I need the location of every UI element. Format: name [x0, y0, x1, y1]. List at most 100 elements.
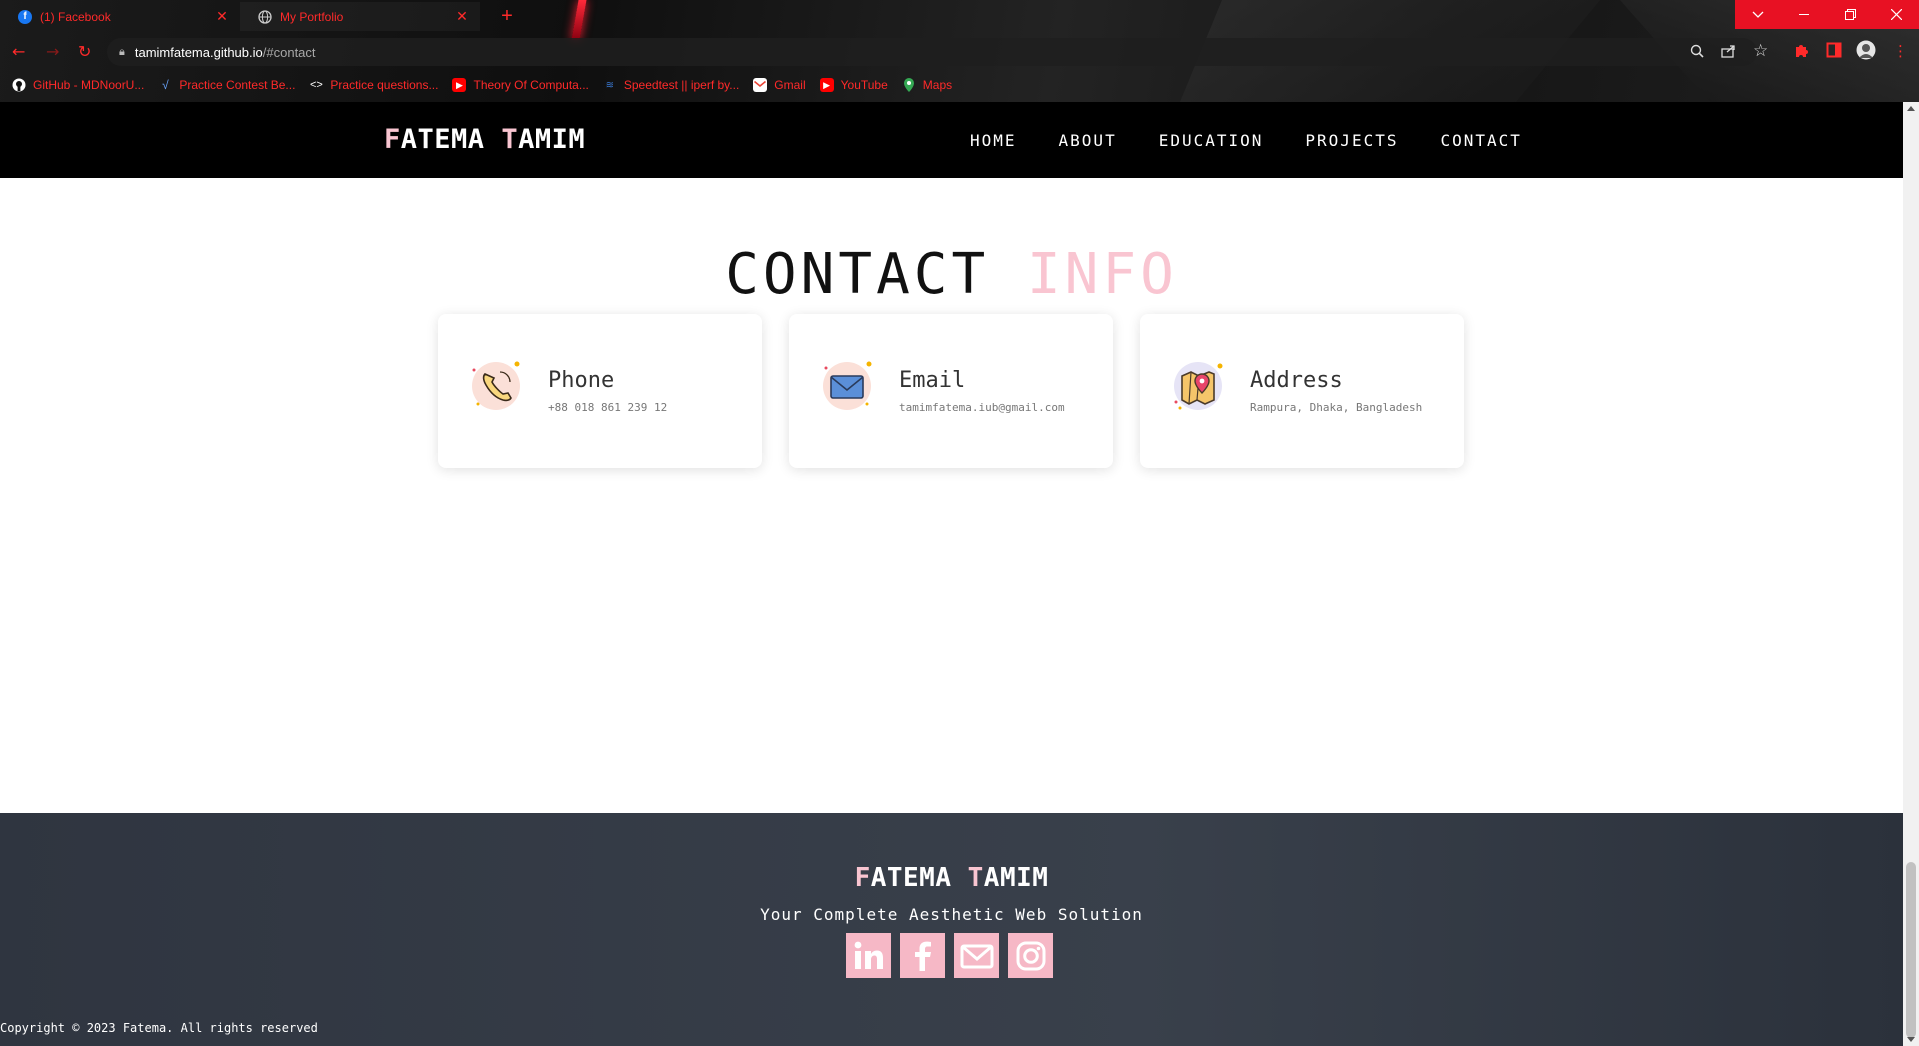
- chevron-down-icon: [1752, 11, 1764, 18]
- email-address[interactable]: tamimfatema.iub@gmail.com: [899, 401, 1065, 414]
- url-path: /#contact: [262, 44, 316, 60]
- gmail-link[interactable]: [954, 933, 999, 978]
- envelope-icon: [821, 360, 873, 412]
- site-logo[interactable]: FATEMA TAMIM: [384, 124, 585, 155]
- restore-button[interactable]: [1827, 0, 1873, 29]
- footer-tagline: Your Complete Aesthetic Web Solution: [760, 905, 1143, 924]
- close-icon[interactable]: ✕: [454, 8, 470, 25]
- section-title: CONTACT INFO: [0, 242, 1903, 307]
- facebook-icon: f: [18, 9, 32, 24]
- address-bar[interactable]: 🔒︎ tamimfatema.github.io /#contact: [107, 38, 1757, 66]
- new-tab-button[interactable]: +: [494, 6, 520, 28]
- footer-logo: FATEMA TAMIM: [0, 863, 1903, 893]
- lock-icon: 🔒︎: [119, 45, 125, 58]
- nav-link-home[interactable]: HOME: [970, 131, 1017, 150]
- bookmarks-bar: GitHub - MDNoorU... √ Practice Contest B…: [12, 74, 966, 96]
- globe-icon: [258, 9, 272, 24]
- nav-menu: HOME ABOUT EDUCATION PROJECTS CONTACT: [970, 131, 1564, 150]
- site-footer: FATEMA TAMIM Your Complete Aesthetic Web…: [0, 813, 1903, 1046]
- bookmark-item[interactable]: GitHub - MDNoorU...: [12, 78, 144, 92]
- zoom-icon[interactable]: [1690, 44, 1704, 62]
- bookmark-label: Theory Of Computa...: [473, 78, 589, 92]
- nav-link-projects[interactable]: PROJECTS: [1305, 131, 1398, 150]
- bookmark-item[interactable]: ≋ Speedtest || iperf by...: [603, 78, 740, 92]
- close-icon: [1890, 9, 1902, 20]
- scroll-down-arrow-icon[interactable]: [1907, 1037, 1915, 1042]
- card-label: Phone: [548, 368, 615, 393]
- web-page: FATEMA TAMIM HOME ABOUT EDUCATION PROJEC…: [0, 102, 1903, 1046]
- logo-initial: T: [501, 124, 519, 155]
- bookmark-label: GitHub - MDNoorU...: [33, 78, 145, 92]
- reload-icon[interactable]: ↻: [78, 42, 91, 61]
- github-icon: [12, 78, 26, 92]
- kebab-menu-icon[interactable]: ⋮: [1893, 42, 1908, 60]
- contact-card-email: Email tamimfatema.iub@gmail.com: [789, 314, 1113, 468]
- code-icon: <>: [309, 79, 323, 91]
- youtube-icon: ▶: [819, 78, 834, 92]
- minimize-button[interactable]: [1781, 0, 1827, 29]
- scroll-up-arrow-icon[interactable]: [1907, 106, 1915, 111]
- tab-my-portfolio[interactable]: My Portfolio ✕: [240, 2, 480, 31]
- facebook-icon: [914, 941, 931, 971]
- card-label: Address: [1250, 368, 1343, 393]
- logo-text: AMIM: [983, 863, 1049, 893]
- copyright-text: Copyright © 2023 Fatema. All rights rese…: [0, 1021, 318, 1035]
- bookmark-item[interactable]: ▶ Theory Of Computa...: [452, 78, 589, 92]
- wallpaper-red-accent: [571, 0, 587, 40]
- phone-icon: [470, 360, 522, 412]
- bookmark-label: Practice questions...: [330, 78, 439, 92]
- tab-facebook[interactable]: f (1) Facebook ✕: [0, 2, 240, 31]
- address-text: Rampura, Dhaka, Bangladesh: [1250, 401, 1423, 414]
- instagram-icon: [1016, 941, 1045, 970]
- share-icon[interactable]: [1721, 44, 1736, 62]
- linkedin-link[interactable]: [846, 933, 891, 978]
- forward-arrow-icon[interactable]: →: [46, 42, 59, 61]
- bookmark-label: Speedtest || iperf by...: [623, 78, 740, 92]
- card-label: Email: [899, 368, 966, 393]
- nav-link-education[interactable]: EDUCATION: [1159, 131, 1264, 150]
- profile-avatar[interactable]: [1856, 40, 1876, 60]
- facebook-link[interactable]: [900, 933, 945, 978]
- social-links: [846, 933, 1062, 978]
- scrollbar-thumb[interactable]: [1906, 862, 1916, 1038]
- tab-title: (1) Facebook: [40, 9, 111, 24]
- tab-search-button[interactable]: [1735, 0, 1781, 29]
- restore-icon: [1844, 9, 1856, 20]
- bookmark-item[interactable]: Maps: [902, 78, 952, 92]
- logo-initial: T: [967, 863, 984, 893]
- nav-link-about[interactable]: ABOUT: [1059, 131, 1117, 150]
- url-host: tamimfatema.github.io: [134, 44, 263, 60]
- close-window-button[interactable]: [1873, 0, 1919, 29]
- instagram-link[interactable]: [1008, 933, 1053, 978]
- contact-card-address: Address Rampura, Dhaka, Bangladesh: [1140, 314, 1464, 468]
- linkedin-icon: [854, 941, 883, 969]
- contact-card-phone: Phone +88 018 861 239 12: [438, 314, 762, 468]
- phone-number[interactable]: +88 018 861 239 12: [548, 401, 667, 414]
- browser-chrome: f (1) Facebook ✕ My Portfolio ✕ + ← → ↻ …: [0, 0, 1919, 102]
- bookmark-item[interactable]: Gmail: [753, 78, 806, 92]
- speedtest-icon: ≋: [605, 79, 615, 91]
- bookmark-item[interactable]: √ Practice Contest Be...: [158, 78, 295, 92]
- bookmark-item[interactable]: <> Practice questions...: [309, 78, 439, 92]
- close-icon[interactable]: ✕: [214, 8, 230, 25]
- gmail-icon: [960, 944, 993, 968]
- bookmark-label: Maps: [922, 78, 953, 92]
- logo-text: ATEMA: [870, 863, 968, 893]
- logo-initial: F: [384, 124, 401, 155]
- side-panel-icon[interactable]: [1826, 42, 1842, 58]
- logo-initial: F: [854, 863, 871, 893]
- page-scrollbar[interactable]: [1903, 102, 1919, 1046]
- bookmark-label: Practice Contest Be...: [179, 78, 296, 92]
- bookmark-label: Gmail: [774, 78, 806, 92]
- vjudge-icon: √: [162, 78, 169, 92]
- map-pin-icon: [1172, 360, 1224, 412]
- title-accent: INFO: [1026, 242, 1178, 307]
- maps-icon: [902, 78, 916, 92]
- bookmark-item[interactable]: ▶ YouTube: [819, 78, 888, 92]
- back-arrow-icon[interactable]: ←: [12, 42, 25, 61]
- logo-text: AMIM: [518, 124, 586, 155]
- bookmark-star-icon[interactable]: ☆: [1753, 41, 1768, 61]
- nav-link-contact[interactable]: CONTACT: [1440, 131, 1521, 150]
- extensions-puzzle-icon[interactable]: [1794, 42, 1810, 58]
- gmail-icon: [753, 78, 768, 92]
